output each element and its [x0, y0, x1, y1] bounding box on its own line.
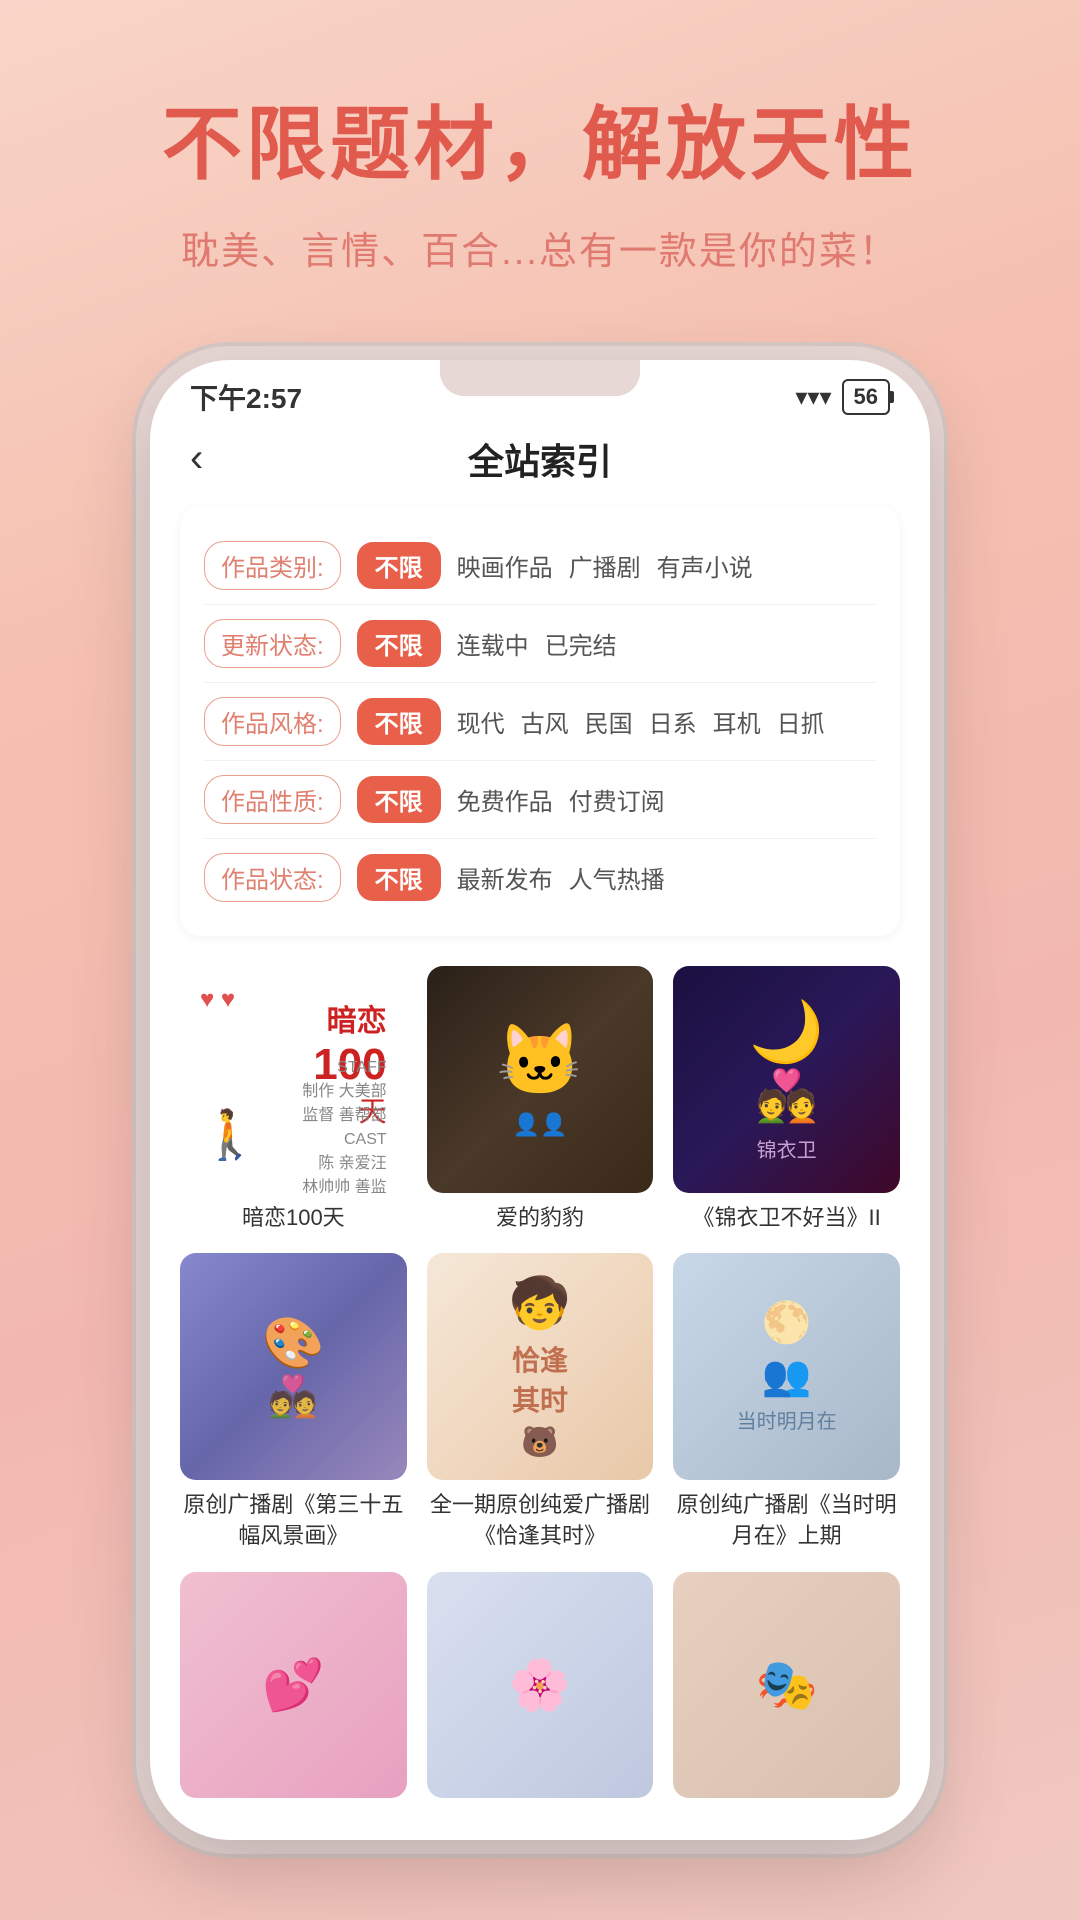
content-item-6[interactable]: 🌕 👥 当时明月在 原创纯广播剧《当时明月在》上期: [673, 1253, 900, 1551]
thumb3-text: 锦衣卫: [757, 1134, 817, 1163]
filter-section: 作品类别: 不限 映画作品 广播剧 有声小说 更新状态: 不限 连载中 已完结 …: [180, 507, 900, 936]
filter-unlimited-nature[interactable]: 不限: [357, 776, 441, 823]
thumb4-art: 🎨: [262, 1314, 324, 1373]
filter-option-guangbo[interactable]: 广播剧: [569, 548, 641, 583]
thumbnail-6: 🌕 👥 当时明月在: [673, 1253, 900, 1480]
phone-container: 下午2:57 ▾▾▾ 56 ‹ 全站索引 作品类别: 不限 映画作品 广播剧 有…: [150, 360, 930, 1840]
content-item-2[interactable]: 🐱 👤👤 爱的豹豹: [427, 966, 654, 1233]
bottom-thumbnail-1: 💕: [180, 1572, 407, 1799]
content-title-1: 暗恋100天: [180, 1203, 407, 1234]
bottom-thumbnail-3: 🎭: [673, 1572, 900, 1799]
bottom-item-3[interactable]: 🎭: [673, 1572, 900, 1799]
filter-unlimited-style[interactable]: 不限: [357, 698, 441, 745]
filter-unlimited-status[interactable]: 不限: [357, 620, 441, 667]
thumb2-figures: 👤👤: [503, 1112, 578, 1138]
status-time: 下午2:57: [190, 377, 302, 417]
thumbnail-5: 🧒 恰逢其时 🐻: [427, 1253, 654, 1480]
filter-label-status: 更新状态:: [204, 619, 341, 668]
bottom-thumbnail-2: 🌸: [427, 1572, 654, 1799]
filter-label-nature: 作品性质:: [204, 775, 341, 824]
content-area: ♥ ♥ 🚶 暗恋 100 天 STAFF制作 大美部监督 善帮部CAST陈 亲爱…: [150, 946, 930, 1572]
thumb5-bear: 🐻: [521, 1425, 558, 1460]
content-item-5[interactable]: 🧒 恰逢其时 🐻 全一期原创纯爱广播剧《恰逢其时》: [427, 1253, 654, 1551]
nav-bar: ‹ 全站索引: [150, 420, 930, 497]
filter-row-category: 作品类别: 不限 映画作品 广播剧 有声小说: [204, 527, 876, 604]
filter-option-serializing[interactable]: 连载中: [457, 626, 529, 661]
thumb6-moon: 🌕: [762, 1299, 812, 1346]
wifi-icon: ▾▾▾: [795, 383, 831, 412]
hearts-decoration: ♥ ♥: [200, 986, 235, 1014]
filter-option-modern[interactable]: 现代: [457, 704, 505, 739]
bottom-thumb1-art: 💕: [180, 1572, 407, 1799]
filter-option-earphone[interactable]: 耳机: [713, 704, 761, 739]
filter-label-state: 作品状态:: [204, 853, 341, 902]
status-icons: ▾▾▾ 56: [795, 379, 890, 415]
filter-option-ancient[interactable]: 古风: [521, 704, 569, 739]
filter-row-status: 更新状态: 不限 连载中 已完结: [204, 604, 876, 682]
filter-option-paid[interactable]: 付费订阅: [569, 782, 665, 817]
back-button[interactable]: ‹: [190, 436, 203, 481]
filter-row-style: 作品风格: 不限 现代 古风 民国 日系 耳机 日抓: [204, 682, 876, 760]
filter-option-republic[interactable]: 民国: [585, 704, 633, 739]
filter-option-rizhua[interactable]: 日抓: [777, 704, 825, 739]
hero-title: 不限题材，解放天性: [60, 80, 1020, 196]
stick-figure: 🚶: [200, 1106, 260, 1163]
filter-option-japanese[interactable]: 日系: [649, 704, 697, 739]
thumbnail-4: 🎨 💑: [180, 1253, 407, 1480]
bottom-item-1[interactable]: 💕: [180, 1572, 407, 1799]
phone-notch: [440, 360, 640, 396]
thumb3-figures: 💑: [756, 1067, 818, 1126]
battery-indicator: 56: [842, 379, 890, 415]
thumb3-moon: 🌙: [749, 996, 824, 1067]
thumb6-text: 当时明月在: [737, 1405, 837, 1434]
bottom-thumb3-art: 🎭: [673, 1572, 900, 1799]
content-title-3: 《锦衣卫不好当》II: [673, 1203, 900, 1234]
bottom-thumb2-art: 🌸: [427, 1572, 654, 1799]
filter-label-category: 作品类别:: [204, 541, 341, 590]
filter-unlimited-category[interactable]: 不限: [357, 542, 441, 589]
thumb5-title: 恰逢其时: [512, 1339, 568, 1419]
thumb4-couple: 💑: [268, 1373, 318, 1420]
content-title-6: 原创纯广播剧《当时明月在》上期: [673, 1490, 900, 1552]
filter-option-popular[interactable]: 人气热播: [569, 860, 665, 895]
thumbnail-3: 🌙 💑 锦衣卫: [673, 966, 900, 1193]
filter-option-free[interactable]: 免费作品: [457, 782, 553, 817]
thumb6-figures: 👥: [762, 1352, 812, 1399]
filter-row-state: 作品状态: 不限 最新发布 人气热播: [204, 838, 876, 916]
thumbnail-1: ♥ ♥ 🚶 暗恋 100 天 STAFF制作 大美部监督 善帮部CAST陈 亲爱…: [180, 966, 407, 1193]
filter-option-yinghua[interactable]: 映画作品: [457, 548, 553, 583]
bottom-item-2[interactable]: 🌸: [427, 1572, 654, 1799]
content-title-2: 爱的豹豹: [427, 1203, 654, 1234]
filter-option-completed[interactable]: 已完结: [545, 626, 617, 661]
content-title-4: 原创广播剧《第三十五幅风景画》: [180, 1490, 407, 1552]
page-title: 全站索引: [468, 433, 612, 485]
content-item-3[interactable]: 🌙 💑 锦衣卫 《锦衣卫不好当》II: [673, 966, 900, 1233]
filter-unlimited-state[interactable]: 不限: [357, 854, 441, 901]
hero-section: 不限题材，解放天性 耽美、言情、百合...总有一款是你的菜！: [0, 0, 1080, 315]
hero-subtitle: 耽美、言情、百合...总有一款是你的菜！: [60, 220, 1020, 275]
content-item-1[interactable]: ♥ ♥ 🚶 暗恋 100 天 STAFF制作 大美部监督 善帮部CAST陈 亲爱…: [180, 966, 407, 1233]
filter-option-newest[interactable]: 最新发布: [457, 860, 553, 895]
content-grid: ♥ ♥ 🚶 暗恋 100 天 STAFF制作 大美部监督 善帮部CAST陈 亲爱…: [180, 966, 900, 1552]
content-item-4[interactable]: 🎨 💑 原创广播剧《第三十五幅风景画》: [180, 1253, 407, 1551]
content-title-5: 全一期原创纯爱广播剧《恰逢其时》: [427, 1490, 654, 1552]
bottom-row: 💕 🌸 🎭: [150, 1572, 930, 1799]
thumb5-chibi: 🧒: [509, 1274, 571, 1333]
filter-option-yousheng[interactable]: 有声小说: [657, 548, 753, 583]
thumb1-staff: STAFF制作 大美部监督 善帮部CAST陈 亲爱汪林帅帅 善监健恰过话: [302, 1056, 386, 1193]
filter-row-nature: 作品性质: 不限 免费作品 付费订阅: [204, 760, 876, 838]
thumbnail-2: 🐱 👤👤: [427, 966, 654, 1193]
filter-label-style: 作品风格:: [204, 697, 341, 746]
thumb2-art: 🐱: [496, 1020, 583, 1102]
thumb1-chinese: 暗恋: [313, 996, 386, 1040]
phone-frame: 下午2:57 ▾▾▾ 56 ‹ 全站索引 作品类别: 不限 映画作品 广播剧 有…: [150, 360, 930, 1840]
